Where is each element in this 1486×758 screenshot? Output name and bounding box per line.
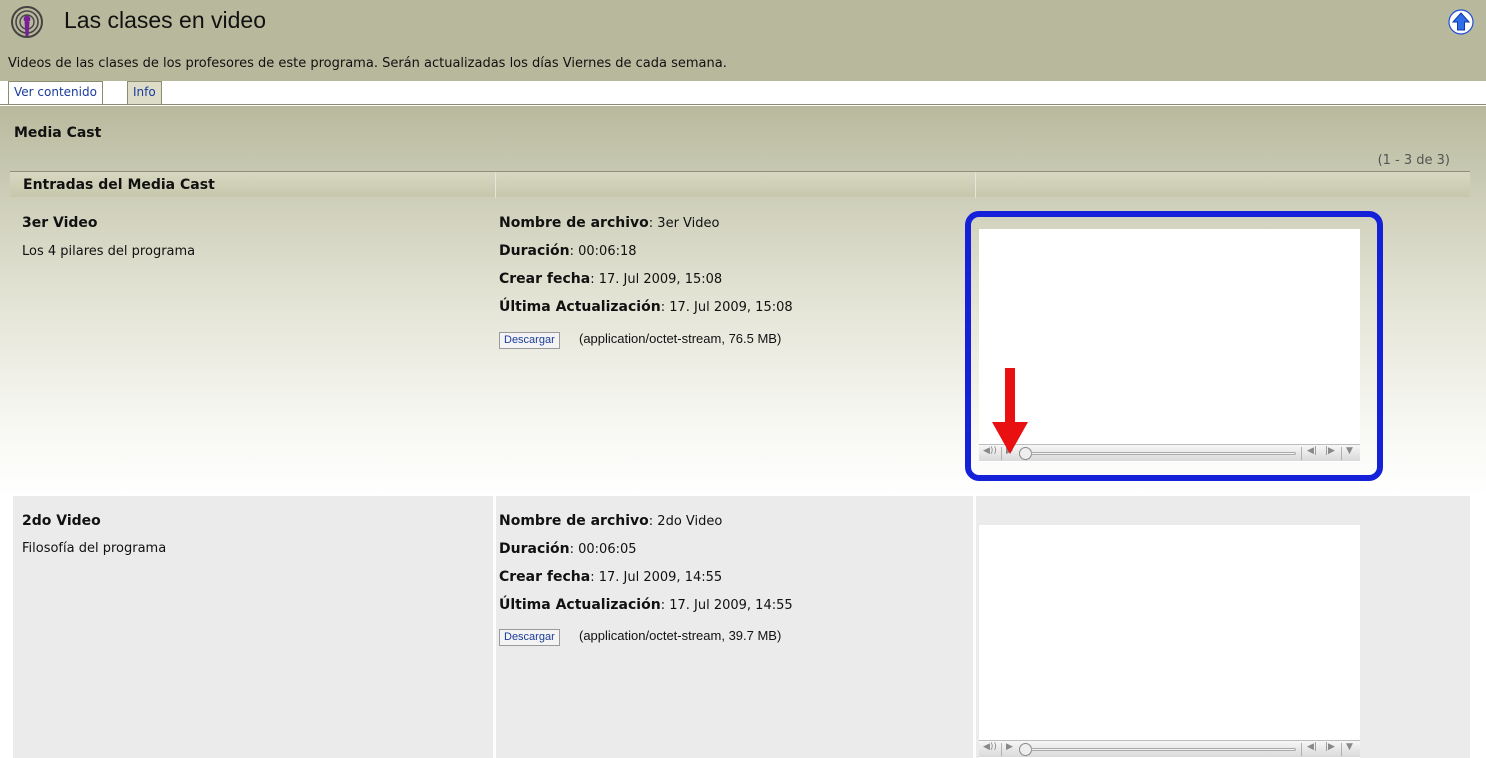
column-divider	[493, 496, 496, 758]
meta-value: : 3er Video	[648, 216, 720, 231]
file-info: (application/octet-stream, 76.5 MB)	[579, 331, 782, 346]
entry-title: 3er Video	[22, 215, 98, 231]
meta-label: Duración	[499, 541, 570, 557]
download-button[interactable]: Descargar	[499, 629, 560, 646]
player-controlbar: ◀)) ▶ ◀| |▶ ▼	[979, 740, 1360, 757]
table-header: Entradas del Media Cast	[10, 171, 1470, 198]
column-divider	[495, 172, 496, 198]
meta-filename: Nombre de archivo: 2do Video	[499, 513, 722, 529]
meta-label: Última Actualización	[499, 299, 661, 315]
meta-value: : 17. Jul 2009, 14:55	[660, 598, 793, 613]
play-icon[interactable]: ▶	[1006, 742, 1013, 752]
meta-label: Crear fecha	[499, 271, 591, 287]
red-arrow-annotation	[992, 368, 1028, 454]
entry-description: Filosofía del programa	[22, 541, 167, 556]
meta-duration: Duración: 00:06:18	[499, 243, 637, 259]
column-divider	[973, 496, 976, 758]
file-info: (application/octet-stream, 39.7 MB)	[579, 628, 782, 643]
step-forward-icon[interactable]: |▶	[1325, 742, 1335, 752]
meta-created: Crear fecha: 17. Jul 2009, 15:08	[499, 271, 722, 287]
meta-value: : 00:06:18	[569, 244, 637, 259]
control-divider	[1001, 743, 1002, 756]
video-player[interactable]: ◀)) ▶ ◀| |▶ ▼	[979, 525, 1360, 758]
meta-value: : 17. Jul 2009, 15:08	[590, 272, 723, 287]
chevron-down-icon[interactable]: ▼	[1346, 742, 1353, 752]
meta-label: Nombre de archivo	[499, 513, 649, 529]
volume-icon[interactable]: ◀))	[983, 742, 997, 752]
podcast-icon	[11, 6, 43, 38]
page-description: Videos de las clases de los profesores d…	[8, 56, 727, 71]
meta-label: Nombre de archivo	[499, 215, 649, 231]
page-header: Las clases en video Videos de las clases…	[0, 0, 1486, 81]
meta-updated: Última Actualización: 17. Jul 2009, 15:0…	[499, 299, 793, 315]
arrow-up-icon[interactable]	[1448, 9, 1474, 35]
meta-value: : 2do Video	[648, 514, 723, 529]
control-divider	[1341, 743, 1342, 756]
column-divider	[975, 172, 976, 198]
meta-label: Duración	[499, 243, 570, 259]
content-area: Media Cast (1 - 3 de 3) Entradas del Med…	[0, 106, 1486, 758]
meta-value: : 17. Jul 2009, 15:08	[660, 300, 793, 315]
meta-updated: Última Actualización: 17. Jul 2009, 14:5…	[499, 597, 793, 613]
meta-filename: Nombre de archivo: 3er Video	[499, 215, 719, 231]
table-header-label: Entradas del Media Cast	[23, 177, 215, 193]
tab-bar: Ver contenido Info	[0, 81, 1486, 105]
tab-info[interactable]: Info	[127, 81, 162, 104]
page-title: Las clases en video	[64, 7, 267, 33]
section-title: Media Cast	[14, 125, 102, 141]
control-divider	[1301, 743, 1302, 756]
meta-duration: Duración: 00:06:05	[499, 541, 637, 557]
entry-description: Los 4 pilares del programa	[22, 244, 196, 259]
download-button[interactable]: Descargar	[499, 332, 560, 349]
tab-ver-contenido[interactable]: Ver contenido	[8, 81, 103, 104]
seek-track[interactable]	[1031, 748, 1296, 751]
step-back-icon[interactable]: ◀|	[1307, 742, 1317, 752]
meta-created: Crear fecha: 17. Jul 2009, 14:55	[499, 569, 722, 585]
meta-label: Última Actualización	[499, 597, 661, 613]
pagination-info: (1 - 3 de 3)	[1377, 153, 1450, 168]
entry-title: 2do Video	[22, 513, 101, 529]
meta-value: : 00:06:05	[569, 542, 637, 557]
meta-label: Crear fecha	[499, 569, 591, 585]
meta-value: : 17. Jul 2009, 14:55	[590, 570, 723, 585]
